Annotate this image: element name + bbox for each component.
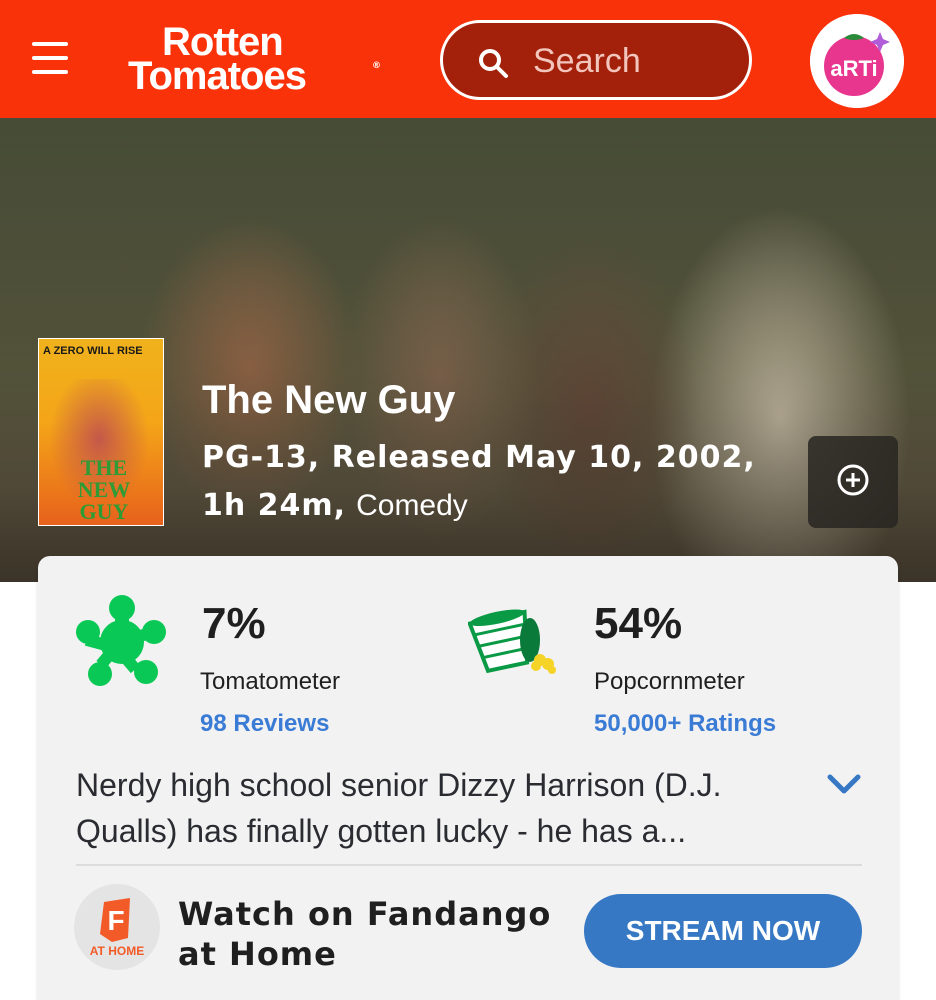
- add-to-watchlist-button[interactable]: [808, 436, 898, 528]
- logo-line-2: Tomatoes: [128, 54, 307, 98]
- divider: [76, 864, 862, 866]
- svg-text:aRTi: aRTi: [830, 56, 877, 81]
- search-box[interactable]: [440, 20, 752, 100]
- chevron-down-icon[interactable]: [826, 772, 862, 796]
- fandango-at-home-logo: F AT HOME: [74, 884, 160, 970]
- spilled-popcorn-icon: [468, 609, 556, 674]
- tomatometer-score: 7%: [202, 599, 266, 648]
- tomatometer-reviews-link[interactable]: 98 Reviews: [200, 710, 329, 738]
- at-home-label: AT HOME: [89, 944, 145, 958]
- search-input[interactable]: [533, 41, 733, 81]
- movie-title: The New Guy: [202, 378, 456, 422]
- movie-synopsis[interactable]: Nerdy high school senior Dizzy Harrison …: [76, 762, 796, 854]
- watch-text-line-2: at Home: [178, 935, 337, 973]
- popcornmeter-label: Popcornmeter: [594, 668, 745, 695]
- poster-title: THE NEW GUY: [77, 455, 131, 524]
- popcornmeter-score: 54%: [594, 599, 683, 648]
- user-avatar[interactable]: aRTi: [810, 14, 904, 108]
- popcornmeter-ratings-link[interactable]: 50,000+ Ratings: [594, 710, 776, 738]
- arti-avatar-icon: aRTi: [810, 14, 904, 108]
- rotten-tomatoes-logo[interactable]: Rotten Tomatoes ®: [128, 22, 388, 98]
- movie-poster[interactable]: A ZERO WILL RISE THE NEW GUY: [38, 338, 164, 526]
- movie-runtime-genre: 1h 24m, Comedy: [202, 488, 468, 524]
- stream-now-button[interactable]: STREAM NOW: [584, 894, 862, 968]
- movie-genre: Comedy: [356, 489, 468, 522]
- top-header: Rotten Tomatoes ® aRTi: [0, 0, 936, 118]
- hamburger-menu-icon[interactable]: [32, 42, 72, 76]
- poster-tagline: A ZERO WILL RISE: [43, 345, 143, 357]
- search-icon: [479, 49, 508, 78]
- synopsis-line-1: Nerdy high school senior Dizzy Harrison …: [76, 767, 722, 803]
- svg-text:F: F: [107, 905, 124, 936]
- watch-on-fandango-text: Watch on Fandango at Home: [178, 894, 558, 974]
- logo-registered: ®: [372, 61, 381, 71]
- movie-runtime: 1h 24m,: [202, 488, 347, 523]
- plus-circle-icon: [837, 464, 869, 496]
- tomatometer-label: Tomatometer: [200, 668, 341, 695]
- watch-text-line-1: Watch on Fandango: [178, 895, 552, 933]
- splat-icon: [76, 595, 166, 686]
- movie-rating-release: PG-13, Released May 10, 2002,: [202, 440, 756, 475]
- synopsis-line-2: Qualls) has finally gotten lucky - he ha…: [76, 813, 687, 849]
